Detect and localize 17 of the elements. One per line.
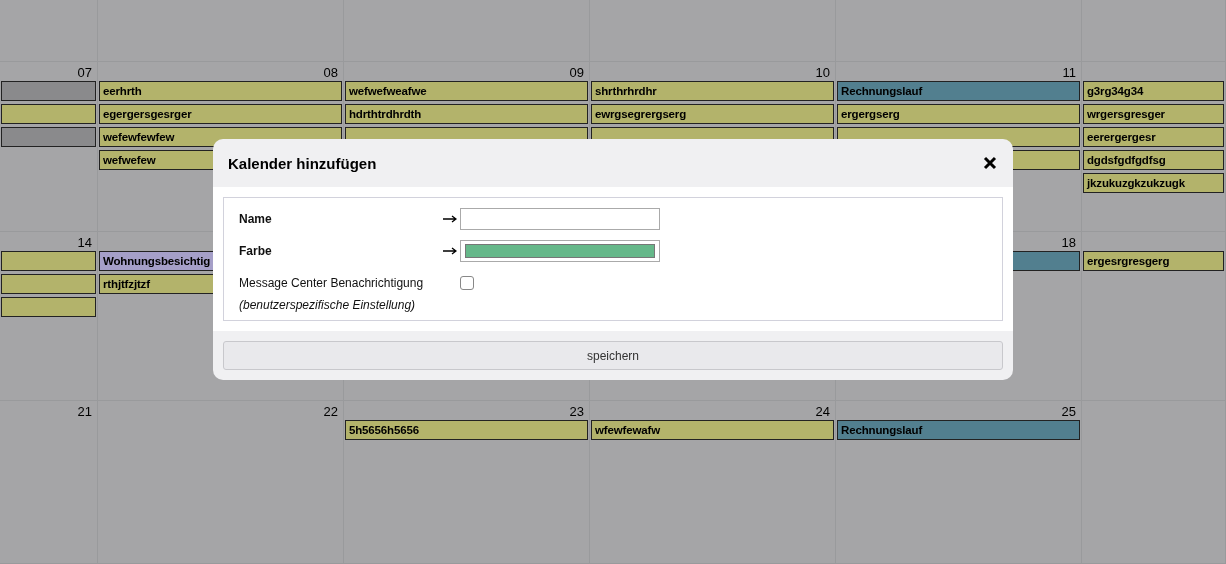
day-number: 23	[569, 404, 584, 419]
day-number: 21	[77, 404, 92, 419]
day-number: 24	[815, 404, 830, 419]
dialog-title: Kalender hinzufügen	[228, 154, 377, 172]
day-number: 09	[569, 65, 584, 80]
day-number: 07	[77, 65, 92, 80]
day-number: 25	[1061, 404, 1076, 419]
day-number: 22	[323, 404, 338, 419]
day-number: 18	[1061, 235, 1076, 250]
day-number: 10	[815, 65, 830, 80]
day-number: 14	[77, 235, 92, 250]
hint-text: (benutzerspezifische Einstellung)	[239, 297, 417, 312]
day-number: 11	[1062, 65, 1076, 80]
field-label: Message Center Benachrichtigung	[239, 276, 425, 290]
day-number: 08	[323, 65, 338, 80]
field-label: Name	[239, 212, 273, 226]
field-label: Farbe	[239, 244, 273, 258]
